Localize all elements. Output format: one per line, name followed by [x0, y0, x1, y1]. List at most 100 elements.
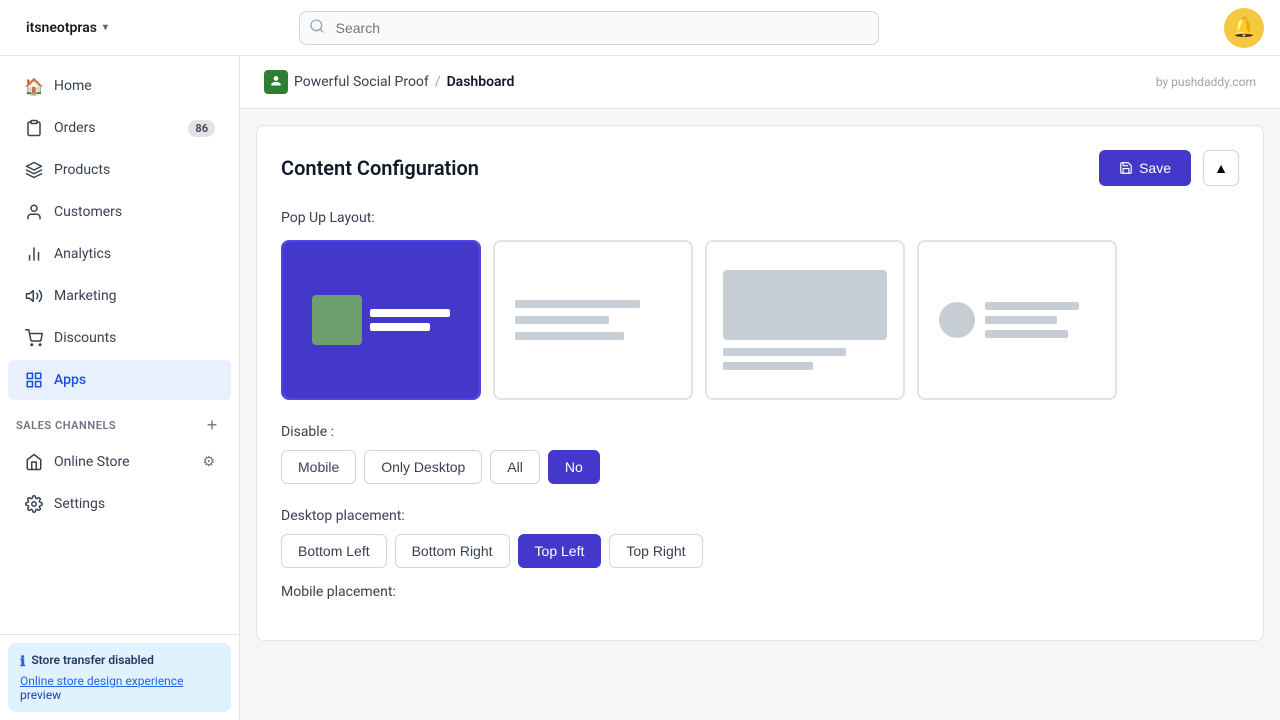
desktop-placement-label: Desktop placement:	[281, 508, 1239, 524]
config-title: Content Configuration	[281, 156, 479, 180]
search-input[interactable]	[299, 11, 879, 45]
sidebar-item-analytics[interactable]: Analytics	[8, 234, 231, 274]
sidebar-item-orders[interactable]: Orders 86	[8, 108, 231, 148]
layout-preview-3	[707, 254, 903, 386]
disable-all-button[interactable]: All	[490, 450, 540, 484]
layout-line	[515, 332, 624, 340]
popup-layout-label: Pop Up Layout:	[281, 210, 1239, 226]
layout-card-1[interactable]	[281, 240, 481, 400]
layout-line	[723, 348, 846, 356]
placement-top-right-button[interactable]: Top Right	[609, 534, 702, 568]
sidebar-item-home[interactable]: 🏠 Home	[8, 66, 231, 106]
collapse-button[interactable]: ▲	[1203, 150, 1239, 186]
collapse-icon: ▲	[1214, 160, 1228, 176]
layout-avatar-placeholder	[939, 302, 975, 338]
sidebar-bottom: ℹ Store transfer disabled Online store d…	[0, 634, 239, 720]
breadcrumb-separator: /	[435, 74, 441, 90]
layout-card-3[interactable]	[705, 240, 905, 400]
sidebar-item-label: Marketing	[54, 288, 215, 304]
breadcrumb-by: by pushdaddy.com	[1156, 75, 1256, 89]
breadcrumb-current: Dashboard	[447, 74, 515, 90]
sales-channels-header: SALES CHANNELS +	[0, 402, 239, 440]
discounts-icon	[24, 328, 44, 348]
layout-card-4[interactable]	[917, 240, 1117, 400]
layout-line	[985, 302, 1079, 310]
sidebar-item-label: Customers	[54, 204, 215, 220]
breadcrumb-app-name: Powerful Social Proof	[294, 74, 429, 90]
info-icon: ℹ	[20, 654, 25, 670]
layout-preview-4	[919, 282, 1115, 358]
store-transfer-body: Online store design experience preview	[20, 674, 219, 702]
orders-badge: 86	[188, 120, 215, 137]
topbar: itsneotpras ▾ 🔔	[0, 0, 1280, 56]
online-store-settings-icon[interactable]: ⚙	[202, 454, 215, 470]
layout-card-2[interactable]	[493, 240, 693, 400]
save-button[interactable]: Save	[1099, 150, 1191, 186]
sidebar-item-discounts[interactable]: Discounts	[8, 318, 231, 358]
content-configuration-card: Content Configuration Save ▲ Pop Up Layo…	[256, 125, 1264, 641]
sidebar-item-label: Analytics	[54, 246, 215, 262]
breadcrumb: Powerful Social Proof / Dashboard	[264, 70, 514, 94]
app-body: 🏠 Home Orders 86 Products C	[0, 56, 1280, 720]
sidebar-nav: 🏠 Home Orders 86 Products C	[0, 56, 239, 634]
popup-layout-section: Pop Up Layout:	[281, 210, 1239, 400]
layout-line	[370, 323, 430, 331]
placement-top-left-button[interactable]: Top Left	[518, 534, 602, 568]
sidebar-item-online-store[interactable]: Online Store ⚙	[8, 442, 231, 482]
sidebar-item-marketing[interactable]: Marketing	[8, 276, 231, 316]
layout-image-placeholder	[312, 295, 362, 345]
sidebar: 🏠 Home Orders 86 Products C	[0, 56, 240, 720]
settings-icon	[24, 494, 44, 514]
sidebar-item-label: Products	[54, 162, 215, 178]
placement-bottom-right-button[interactable]: Bottom Right	[395, 534, 510, 568]
mobile-placement-label: Mobile placement:	[281, 584, 1239, 600]
online-store-icon	[24, 452, 44, 472]
sidebar-item-apps[interactable]: Apps	[8, 360, 231, 400]
disable-no-button[interactable]: No	[548, 450, 600, 484]
placement-bottom-left-button[interactable]: Bottom Left	[281, 534, 387, 568]
sidebar-item-label: Home	[54, 78, 215, 94]
disable-section: Disable : Mobile Only Desktop All No	[281, 424, 1239, 484]
sales-channels-label: SALES CHANNELS	[16, 419, 116, 432]
disable-btn-group: Mobile Only Desktop All No	[281, 450, 1239, 484]
sidebar-item-products[interactable]: Products	[8, 150, 231, 190]
marketing-icon	[24, 286, 44, 306]
layout-line	[985, 316, 1057, 324]
topbar-right: 🔔	[1224, 8, 1264, 48]
search-icon	[309, 18, 325, 38]
layout-lines	[723, 348, 887, 370]
desktop-placement-btn-group: Bottom Left Bottom Right Top Left Top Ri…	[281, 534, 1239, 568]
notification-button[interactable]: 🔔	[1224, 8, 1264, 48]
sidebar-item-customers[interactable]: Customers	[8, 192, 231, 232]
layout-lines	[370, 309, 450, 331]
mobile-placement-section: Mobile placement:	[281, 584, 1239, 600]
disable-label: Disable :	[281, 424, 1239, 440]
layout-preview-2	[495, 280, 691, 360]
layout-line	[985, 330, 1068, 338]
disable-mobile-button[interactable]: Mobile	[281, 450, 356, 484]
sidebar-item-label: Apps	[54, 372, 215, 388]
sidebar-item-settings[interactable]: Settings	[8, 484, 231, 524]
add-sales-channel-button[interactable]: +	[201, 414, 223, 436]
layout-line	[370, 309, 450, 317]
breadcrumb-bar: Powerful Social Proof / Dashboard by pus…	[240, 56, 1280, 109]
customers-icon	[24, 202, 44, 222]
apps-icon	[24, 370, 44, 390]
disable-only-desktop-button[interactable]: Only Desktop	[364, 450, 482, 484]
sidebar-item-label: Discounts	[54, 330, 215, 346]
sidebar-item-label: Online Store	[54, 454, 192, 470]
bell-icon: 🔔	[1232, 15, 1257, 40]
main-content: Powerful Social Proof / Dashboard by pus…	[240, 56, 1280, 720]
layout-line	[515, 300, 640, 308]
save-label: Save	[1139, 160, 1171, 176]
sidebar-item-label: Orders	[54, 120, 178, 136]
products-icon	[24, 160, 44, 180]
orders-icon	[24, 118, 44, 138]
layout-line	[515, 316, 609, 324]
analytics-icon	[24, 244, 44, 264]
desktop-placement-section: Desktop placement: Bottom Left Bottom Ri…	[281, 508, 1239, 568]
sidebar-item-label: Settings	[54, 496, 215, 512]
home-icon: 🏠	[24, 76, 44, 96]
online-store-design-link[interactable]: Online store design experience	[20, 674, 183, 688]
store-selector[interactable]: itsneotpras ▾	[16, 14, 118, 42]
